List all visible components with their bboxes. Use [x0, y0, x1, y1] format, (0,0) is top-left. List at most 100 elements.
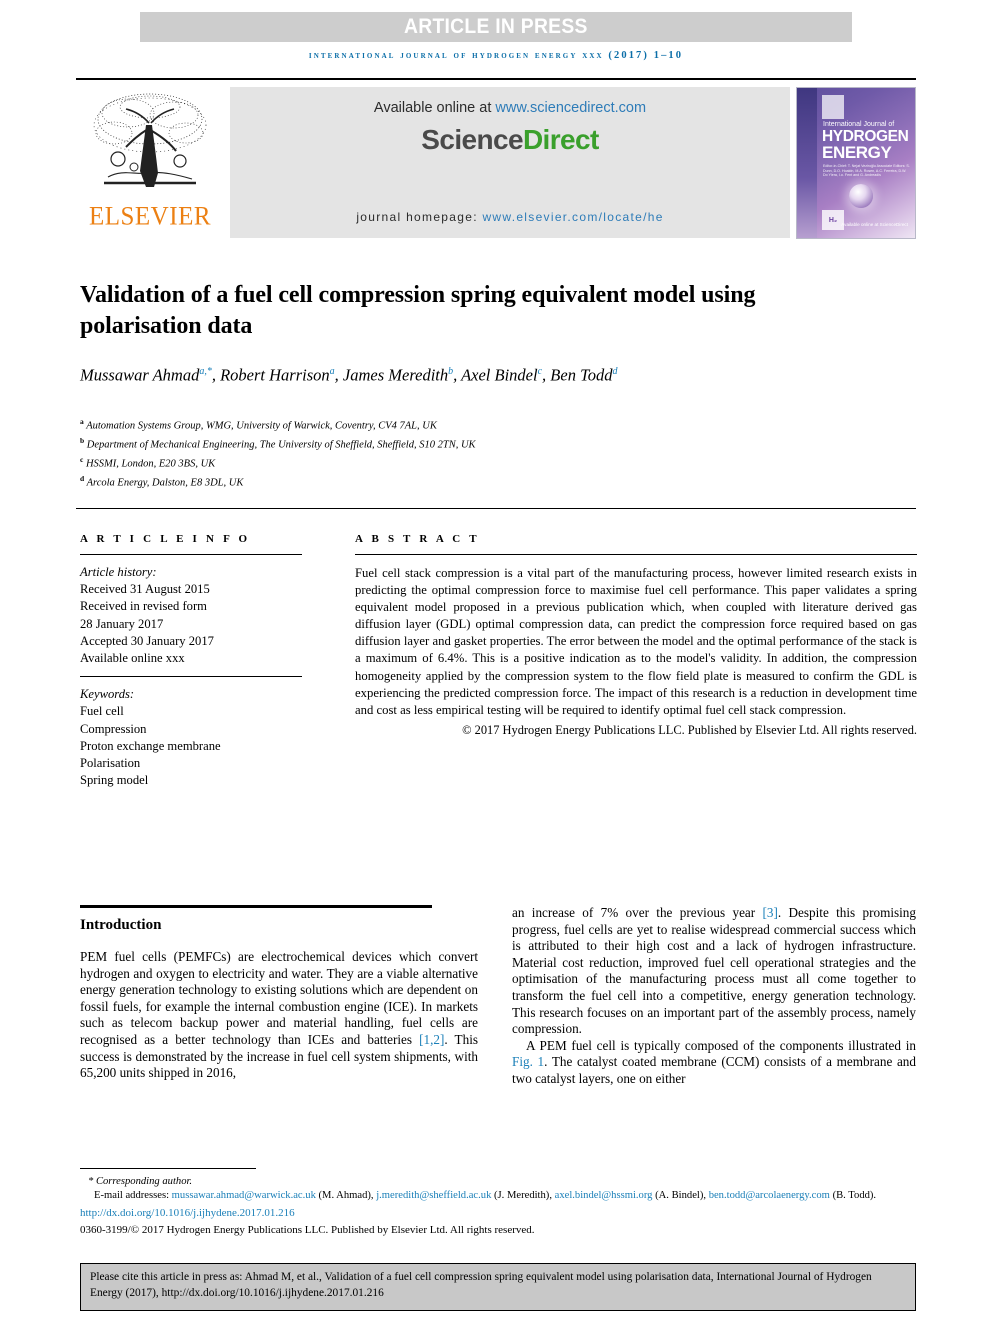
available-online-prefix: Available online at	[373, 100, 496, 116]
keyword-item: Compression	[80, 721, 147, 736]
keyword-item: Polarisation	[80, 756, 141, 771]
introduction-heading: Introduction	[80, 917, 162, 933]
author-affil-mark: a,*	[199, 366, 212, 377]
article-in-press-banner: ARTICLE IN PRESS	[140, 12, 852, 42]
author-affil-mark: b	[448, 366, 454, 377]
elsevier-tree-icon	[88, 89, 212, 201]
doi-link[interactable]: http://dx.doi.org/10.1016/j.ijhydene.201…	[80, 1207, 295, 1219]
email-owner: (B. Todd).	[829, 1190, 877, 1202]
email-owner: (M. Ahmad),	[315, 1190, 377, 1202]
keyword-item: Spring model	[80, 773, 149, 788]
journal-homepage-link[interactable]: www.elsevier.com/locate/he	[482, 210, 663, 224]
keywords-block: Keywords: Fuel cell Compression Proton e…	[80, 686, 320, 789]
history-item: 28 January 2017	[80, 616, 164, 631]
article-history-label: Article history:	[80, 565, 157, 579]
sciencedirect-logo-direct: Direct	[522, 124, 599, 155]
keywords-rule	[80, 676, 302, 678]
cover-elsevier-mark	[822, 95, 844, 119]
issn-copyright-line: 0360-3199/© 2017 Hydrogen Energy Publica…	[80, 1223, 535, 1236]
cover-title-energy: ENERGY	[822, 143, 892, 162]
cover-title-hydrogen: HYDROGEN	[822, 128, 909, 145]
sciencedirect-url-link[interactable]: www.sciencedirect.com	[495, 100, 646, 116]
affiliation-item: c HSSMI, London, E20 3BS, UK	[80, 453, 840, 472]
journal-homepage-label: journal homepage:	[356, 210, 483, 224]
keyword-item: Proton exchange membrane	[80, 738, 221, 753]
cover-spine	[797, 88, 817, 238]
keyword-item: Fuel cell	[80, 704, 124, 719]
email-link-bindel[interactable]: axel.bindel@hssmi.org	[555, 1190, 653, 1201]
article-title: Validation of a fuel cell compression sp…	[80, 282, 756, 340]
email-link-ahmad[interactable]: mussawar.ahmad@warwick.ac.uk	[172, 1190, 316, 1201]
email-link-meredith[interactable]: j.meredith@sheffield.ac.uk	[376, 1190, 491, 1201]
history-item: Received in revised form	[80, 599, 207, 614]
body-paragraph: PEM fuel cells (PEMFCs) are electrochemi…	[80, 949, 478, 1082]
masthead: ELSEVIER Available online at www.science…	[76, 78, 916, 244]
author-list: Mussawar Ahmada,*, Robert Harrisona, Jam…	[80, 365, 618, 385]
cover-journal-prefix: International Journal of	[823, 121, 895, 128]
abstract-section: A B S T R A C T Fuel cell stack compress…	[355, 533, 917, 738]
affiliation-mark: d	[80, 474, 85, 484]
elsevier-logo: ELSEVIER	[76, 87, 224, 239]
abstract-rule	[355, 554, 917, 555]
email-owner: (J. Meredith),	[491, 1190, 555, 1202]
sciencedirect-logo[interactable]: ScienceDirect	[421, 124, 599, 156]
article-in-press-label: ARTICLE IN PRESS	[404, 15, 588, 38]
email-addresses-label: E-mail addresses:	[94, 1190, 172, 1202]
abstract-copyright: © 2017 Hydrogen Energy Publications LLC.…	[462, 722, 917, 737]
figure-1-link[interactable]: Fig. 1	[512, 1054, 544, 1069]
section-divider	[76, 508, 916, 509]
footnote-block: * Corresponding author. E-mail addresses…	[80, 1175, 916, 1237]
sciencedirect-banner: Available online at www.sciencedirect.co…	[230, 87, 790, 238]
footnote-rule	[80, 1168, 256, 1169]
paragraph-text-part: A PEM fuel cell is typically composed of…	[526, 1037, 916, 1053]
body-paragraph: A PEM fuel cell is typically composed of…	[512, 1038, 916, 1088]
journal-cover-thumbnail[interactable]: International Journal of HYDROGEN ENERGY…	[796, 87, 916, 239]
journal-homepage-line: journal homepage: www.elsevier.com/locat…	[356, 210, 663, 224]
introduction-rule	[80, 905, 432, 908]
abstract-heading: A B S T R A C T	[355, 533, 480, 545]
affiliation-mark: b	[80, 436, 85, 446]
affiliation-text: Automation Systems Group, WMG, Universit…	[86, 420, 437, 432]
author-name[interactable]: James Meredith	[343, 366, 448, 385]
sciencedirect-logo-science: Science	[421, 124, 523, 155]
paragraph-text-part: . The catalyst coated membrane (CCM) con…	[512, 1054, 916, 1086]
affiliation-text: HSSMI, London, E20 3BS, UK	[85, 458, 216, 470]
affiliation-text: Arcola Energy, Dalston, E8 3DL, UK	[86, 477, 244, 489]
article-info-heading: A R T I C L E I N F O	[80, 533, 251, 545]
author-name[interactable]: Axel Bindel	[461, 366, 538, 385]
affiliation-mark: a	[80, 417, 84, 426]
citation-link-3[interactable]: [3]	[763, 905, 778, 920]
article-info-rule	[80, 554, 302, 555]
body-column-left: Introduction PEM fuel cells (PEMFCs) are…	[80, 905, 478, 1082]
author-affil-mark: d	[612, 366, 618, 377]
elsevier-wordmark: ELSEVIER	[88, 202, 212, 231]
available-online-line: Available online at www.sciencedirect.co…	[374, 100, 646, 116]
doi-line: http://dx.doi.org/10.1016/j.ijhydene.201…	[80, 1206, 916, 1221]
body-paragraph: an increase of 7% over the previous year…	[512, 905, 916, 1038]
keywords-label: Keywords:	[80, 687, 135, 702]
body-column-right: an increase of 7% over the previous year…	[512, 905, 916, 1088]
history-item: Accepted 30 January 2017	[80, 633, 214, 648]
citation-link-1-2[interactable]: [1,2]	[419, 1032, 444, 1047]
corresponding-author-note: * Corresponding author.	[88, 1176, 193, 1187]
affiliation-list: a Automation Systems Group, WMG, Univers…	[80, 415, 840, 491]
cover-orb-graphic	[849, 184, 873, 208]
affiliation-text: Department of Mechanical Engineering, Th…	[86, 439, 476, 451]
author-name[interactable]: Ben Todd	[550, 366, 612, 385]
author-name[interactable]: Robert Harrison	[220, 366, 330, 385]
author-affil-mark: a	[329, 366, 335, 377]
cover-sciencedirect-footer: Available online at ScienceDirect	[841, 222, 908, 227]
affiliation-item: d Arcola Energy, Dalston, E8 3DL, UK	[80, 472, 840, 491]
article-info-section: A R T I C L E I N F O Article history: R…	[80, 533, 320, 789]
cite-this-article-box: Please cite this article in press as: Ah…	[80, 1263, 916, 1311]
author-name[interactable]: Mussawar Ahmad	[80, 366, 199, 385]
abstract-text: Fuel cell stack compression is a vital p…	[355, 566, 917, 717]
cover-editors: Editor-in-Chief: T. Nejat Veziroğlu Asso…	[823, 164, 910, 178]
history-item: Available online xxx	[80, 651, 185, 666]
email-owner: (A. Bindel),	[652, 1190, 709, 1202]
affiliation-mark: c	[80, 455, 84, 465]
email-link-todd[interactable]: ben.todd@arcolaenergy.com	[709, 1190, 830, 1201]
email-addresses-line: E-mail addresses: mussawar.ahmad@warwick…	[80, 1189, 916, 1203]
paragraph-text-part: . Despite this promising progress, fuel …	[512, 905, 916, 1037]
cite-this-article-text: Please cite this article in press as: Ah…	[90, 1271, 872, 1299]
